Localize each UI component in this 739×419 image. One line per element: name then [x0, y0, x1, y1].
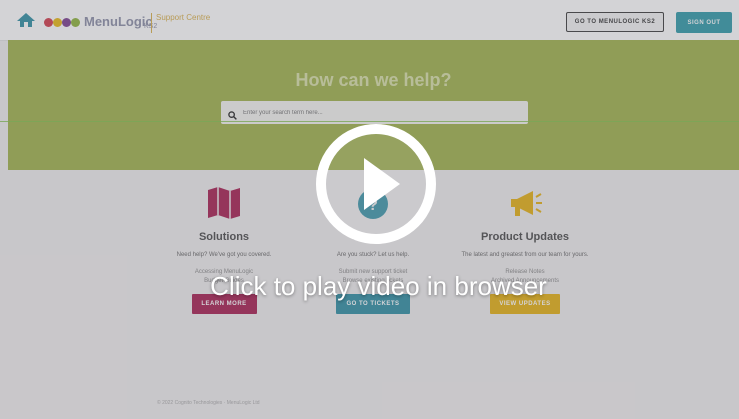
play-icon[interactable] [316, 124, 436, 244]
play-video-text[interactable]: Click to play video in browser [0, 271, 739, 302]
support-page: MenuLogic KS2 Support Centre GO TO MENUL… [0, 0, 739, 419]
